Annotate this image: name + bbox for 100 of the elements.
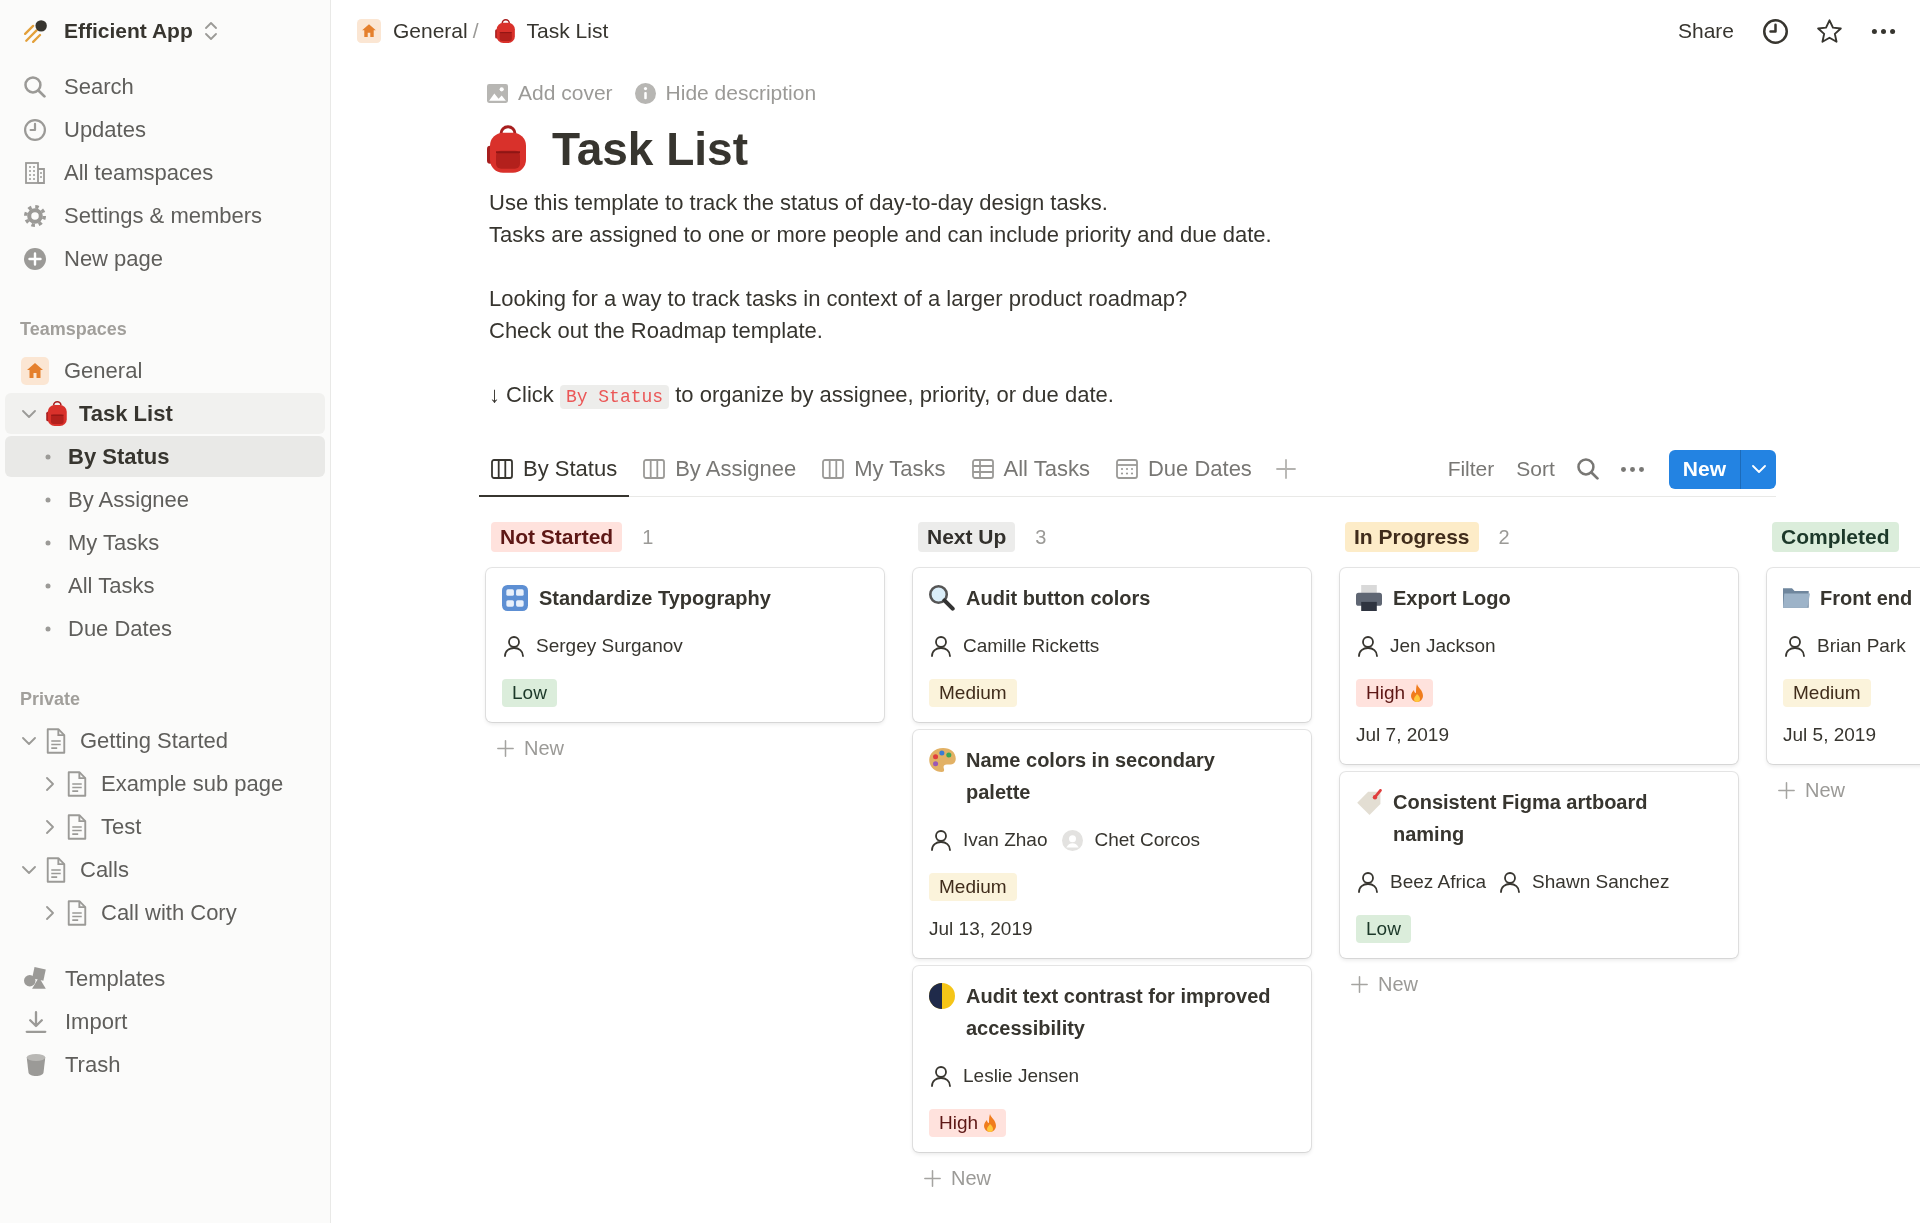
view-tab[interactable]: By Status: [479, 442, 630, 497]
sidebar-item[interactable]: Templates: [5, 958, 325, 999]
board-card[interactable]: Audit button colors Camille Ricketts Medium: [913, 568, 1311, 722]
backpack-icon: [487, 125, 526, 173]
chevron-right-icon[interactable]: [46, 819, 54, 834]
board-card[interactable]: Consistent Figma artboard naming Beez Africa Shawn Sanchez Low: [1340, 772, 1738, 958]
sidebar-item[interactable]: My Tasks: [5, 522, 325, 563]
board-card[interactable]: Audit text contrast for improved accessibility Leslie Jensen High: [913, 966, 1311, 1152]
sidebar-item[interactable]: All teamspaces: [5, 152, 325, 193]
chevron-right-icon[interactable]: [46, 905, 54, 920]
section-label: Teamspaces: [19, 317, 128, 341]
person-name: Brian Park: [1817, 635, 1906, 657]
sidebar-item[interactable]: Trash: [5, 1044, 325, 1085]
tile-icon: [502, 585, 528, 611]
sidebar-item[interactable]: Call with Cory: [5, 892, 325, 933]
sidebar-item[interactable]: By Assignee: [5, 479, 325, 520]
breadcrumb-item[interactable]: General: [357, 19, 468, 43]
board-icon: [643, 458, 666, 479]
search-icon[interactable]: [24, 75, 46, 98]
trash-icon[interactable]: [25, 1053, 46, 1076]
board-card[interactable]: Export Logo Jen Jackson High Jul 7, 2019: [1340, 568, 1738, 764]
bullet-icon: [45, 453, 51, 460]
person-name: Beez Africa: [1390, 871, 1487, 893]
shapes-icon[interactable]: [24, 967, 47, 990]
bullet-icon: [45, 539, 51, 546]
card-count: 2: [1498, 525, 1510, 549]
house-icon: [357, 19, 381, 43]
sidebar-item[interactable]: All Tasks: [5, 565, 325, 606]
more-icon[interactable]: [1871, 28, 1896, 34]
board-card[interactable]: Standardize Typography Sergey Surganov Low: [486, 568, 884, 722]
sidebar-item[interactable]: Calls: [5, 849, 325, 890]
board-card[interactable]: Front end Brian Park Medium Jul 5, 2019: [1767, 568, 1920, 764]
plus-icon: [1351, 975, 1368, 993]
sort-action[interactable]: Sort: [1516, 457, 1555, 481]
plus-circle-icon[interactable]: [24, 247, 46, 270]
sidebar-item[interactable]: Getting Started: [5, 720, 325, 761]
chevron-down-icon[interactable]: [22, 736, 36, 745]
star-icon[interactable]: [1817, 19, 1842, 43]
person-name: Shawn Sanchez: [1532, 871, 1670, 893]
sidebar-item[interactable]: Example sub page: [5, 763, 325, 804]
document-icon: [67, 899, 87, 926]
board-card[interactable]: Name colors in secondary palette Ivan Zhao Chet Corcos Medium Jul 13, 2019: [913, 730, 1311, 958]
view-tab[interactable]: Due Dates: [1103, 442, 1264, 497]
status-tag: Completed: [1772, 522, 1899, 552]
workspace-switcher[interactable]: Efficient App: [5, 0, 325, 62]
breadcrumb-item[interactable]: Task List: [494, 19, 609, 43]
share-action[interactable]: Share: [1677, 19, 1734, 43]
priority-tag: Medium: [1783, 679, 1871, 707]
sidebar-item[interactable]: Search: [5, 66, 325, 107]
chevron-down-icon[interactable]: [22, 865, 36, 874]
view-tab[interactable]: By Assignee: [631, 442, 809, 497]
plus-icon[interactable]: [1275, 459, 1296, 479]
sidebar-item[interactable]: Updates: [5, 109, 325, 150]
clock-icon[interactable]: [1763, 18, 1788, 44]
new-options-button[interactable]: [1740, 449, 1776, 489]
document-icon: [67, 770, 87, 797]
status-tag: Not Started: [491, 522, 623, 552]
page-title: Task List: [552, 122, 748, 177]
sidebar-item[interactable]: Task List: [5, 393, 325, 434]
person-name: Chet Corcos: [1094, 829, 1201, 851]
sidebar-item[interactable]: By Status: [5, 436, 325, 477]
view-tab[interactable]: All Tasks: [959, 442, 1102, 497]
new-button[interactable]: New: [1668, 449, 1740, 489]
due-date: Jul 7, 2019: [1356, 723, 1449, 747]
sidebar-item[interactable]: New page: [5, 238, 325, 279]
printer-icon: [1356, 585, 1382, 611]
priority-tag: Low: [502, 679, 557, 707]
filter-action[interactable]: Filter: [1447, 457, 1495, 481]
document-icon: [67, 813, 87, 840]
image-icon: [487, 83, 508, 103]
info-icon: [634, 82, 656, 104]
chevron-right-icon[interactable]: [46, 776, 54, 791]
document-icon: [46, 727, 66, 754]
sidebar-item[interactable]: Settings & members: [5, 195, 325, 236]
sidebar-item[interactable]: General: [5, 350, 325, 391]
person-name: Camille Ricketts: [963, 635, 1100, 657]
priority-tag: Medium: [929, 873, 1017, 901]
card-title: Audit text contrast for improved accessibility: [966, 984, 1272, 1041]
backpack-icon: [494, 19, 515, 43]
card-count: 3: [1035, 525, 1047, 549]
board-icon: [822, 458, 845, 479]
comet-icon: [24, 19, 48, 43]
settings-icon[interactable]: [24, 204, 46, 227]
up-down-chevron-icon: [204, 22, 217, 40]
folder-icon: [1782, 588, 1810, 608]
chevron-down-icon[interactable]: [22, 409, 36, 418]
plus-icon: [924, 1169, 941, 1187]
description-text: Check out the Roadmap template.: [489, 317, 824, 345]
sidebar-item[interactable]: Test: [5, 806, 325, 847]
card-title: Consistent Figma artboard naming: [1393, 790, 1649, 847]
sidebar-item[interactable]: Import: [5, 1001, 325, 1042]
building-icon[interactable]: [24, 161, 46, 184]
sidebar-item[interactable]: Due Dates: [5, 608, 325, 649]
breadcrumb-separator: /: [472, 19, 479, 43]
download-icon[interactable]: [24, 1010, 47, 1033]
view-tab[interactable]: My Tasks: [810, 442, 958, 497]
palette-icon: [928, 748, 956, 772]
backpack-icon: [46, 401, 67, 426]
person-name: Jen Jackson: [1390, 635, 1496, 657]
search-icon[interactable]: [1576, 458, 1599, 480]
